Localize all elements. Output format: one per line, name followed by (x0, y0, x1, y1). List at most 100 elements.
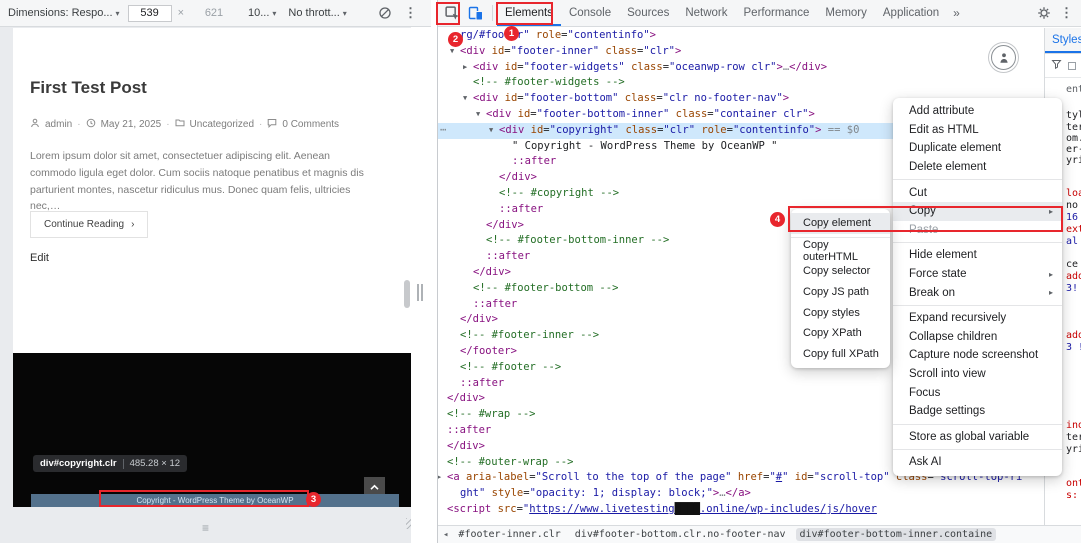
menu-item-break-on[interactable]: Break on ▸ (893, 283, 1062, 302)
style-fragment: ter (1066, 122, 1081, 133)
more-vertical-icon[interactable]: ⋮ (1060, 5, 1073, 21)
page-preview: First Test Post admin · May 21, 2025 · U… (13, 28, 427, 507)
edit-link[interactable]: Edit (30, 252, 49, 264)
viewport-height-input[interactable] (192, 4, 236, 22)
style-fragment: no (1066, 200, 1079, 211)
viewport-resize-handle[interactable]: ≡ (202, 521, 209, 535)
rotate-icon[interactable] (378, 6, 392, 20)
collapse-arrow-icon[interactable]: ▼ (476, 107, 480, 123)
menu-item-capture-node-screenshot[interactable]: Capture node screenshot (893, 346, 1062, 365)
menu-item-cut[interactable]: Cut (893, 183, 1062, 202)
menu-item-copy-styles[interactable]: Copy styles (791, 302, 890, 323)
element-state-icon[interactable] (1068, 61, 1076, 70)
menu-item-copy[interactable]: Copy ▸ (893, 201, 1062, 221)
menu-item-add-attribute[interactable]: Add attribute (893, 102, 1062, 121)
meta-separator: · (166, 119, 170, 130)
post-author[interactable]: admin (45, 119, 72, 130)
expand-arrow-icon[interactable]: ▶ (463, 60, 467, 76)
tree-node[interactable]: ▼ <div id="footer-inner" class="clr"> (438, 44, 1044, 60)
code-token: </div> (447, 392, 485, 405)
device-toolbar-icon[interactable] (464, 1, 488, 25)
tab-network[interactable]: Network (677, 0, 735, 26)
collapse-arrow-icon[interactable]: ▼ (489, 123, 493, 139)
clock-icon (86, 118, 96, 131)
code-token: > (674, 44, 682, 57)
tab-memory[interactable]: Memory (817, 0, 875, 26)
more-actions-icon[interactable]: ⋯ (440, 123, 446, 139)
tab-performance[interactable]: Performance (736, 0, 818, 26)
menu-item-edit-as-html[interactable]: Edit as HTML (893, 121, 1062, 140)
more-vertical-icon[interactable]: ⋮ (404, 5, 417, 21)
submenu-arrow-icon: ▸ (1048, 288, 1053, 298)
breadcrumb: ◂ #footer-inner.clr div#footer-bottom.clr… (438, 525, 1081, 543)
tab-elements[interactable]: Elements (497, 0, 561, 26)
code-token: "opacity: 1; display: block;" (529, 487, 713, 500)
menu-item-copy-outerhtml[interactable]: Copy outerHTML (791, 238, 890, 263)
collapse-arrow-icon[interactable]: ▼ (463, 91, 467, 107)
gear-icon[interactable] (1032, 1, 1056, 25)
menu-item-label: Copy XPath (803, 327, 862, 340)
page-scrollbar[interactable] (404, 280, 410, 308)
tree-node[interactable]: ▶ <div id="footer-widgets" class="oceanwp… (438, 60, 1044, 76)
tab-application[interactable]: Application (875, 0, 947, 26)
filter-funnel-icon[interactable] (1051, 59, 1062, 73)
continue-reading-button[interactable]: Continue Reading › (30, 211, 149, 238)
page-footer-area: Copyright - WordPress Theme by OceanWP (13, 353, 427, 507)
more-tabs-button[interactable]: » (947, 6, 966, 20)
style-fragment: ter (1066, 432, 1081, 443)
menu-item-copy-full-xpath[interactable]: Copy full XPath (791, 344, 890, 365)
code-token: </div> (447, 439, 485, 452)
devtools-divider[interactable] (411, 27, 437, 543)
code-token: "footer-bottom" (523, 92, 619, 105)
breadcrumb-item[interactable]: div#footer-bottom-inner.containe (795, 528, 997, 541)
divider-grip-icon[interactable] (417, 284, 423, 301)
post-date: May 21, 2025 (100, 119, 162, 130)
dimensions-dropdown[interactable]: Dimensions: Respo... ▾ (8, 7, 120, 19)
menu-item-copy-selector[interactable]: Copy selector (791, 261, 890, 282)
zoom-dropdown[interactable]: 10... ▾ (248, 7, 276, 19)
menu-item-label: Copy outerHTML (803, 238, 859, 263)
breadcrumb-item[interactable]: #footer-inner.clr (454, 528, 564, 541)
menu-item-copy-js-path[interactable]: Copy JS path (791, 282, 890, 303)
tab-sources[interactable]: Sources (619, 0, 677, 26)
post-comments[interactable]: 0 Comments (282, 119, 339, 130)
chrome-devtools-window: Dimensions: Respo... ▾ × 10... ▾ No thro… (0, 0, 1081, 543)
menu-item-force-state[interactable]: Force state ▸ (893, 265, 1062, 284)
menu-item-hide-element[interactable]: Hide element (893, 246, 1062, 265)
menu-item-collapse-children[interactable]: Collapse children (893, 328, 1062, 347)
throttling-dropdown[interactable]: No thrott... ▾ (288, 7, 346, 19)
menu-item-expand-recursively[interactable]: Expand recursively (893, 309, 1062, 328)
menu-item-scroll-into-view[interactable]: Scroll into view (893, 365, 1062, 384)
tab-console[interactable]: Console (561, 0, 619, 26)
menu-item-copy-xpath[interactable]: Copy XPath (791, 323, 890, 344)
menu-item-duplicate-element[interactable]: Duplicate element (893, 139, 1062, 158)
viewport-width-input[interactable] (127, 4, 172, 22)
menu-item-store-as-global-variable[interactable]: Store as global variable (893, 428, 1062, 447)
menu-item-ask-ai[interactable]: Ask AI (893, 453, 1062, 472)
tree-node[interactable]: ght" style="opacity: 1; display: block;"… (438, 486, 1044, 502)
breadcrumb-item[interactable]: div#footer-bottom.clr.no-footer-nav (571, 528, 790, 541)
tree-node[interactable]: <script src="https://www.livetesting████… (438, 502, 1044, 518)
menu-item-focus[interactable]: Focus (893, 383, 1062, 402)
tab-styles[interactable]: Styles (1045, 28, 1081, 53)
meta-separator: · (259, 119, 263, 130)
code-token: role (529, 29, 562, 41)
post-category[interactable]: Uncategorized (190, 119, 254, 130)
code-token: role (695, 123, 727, 136)
code-token: ght" (460, 487, 486, 500)
tree-node[interactable]: <!-- #footer-widgets --> (438, 75, 1044, 91)
code-token: "container clr" (713, 107, 809, 120)
context-menu: Add attribute Edit as HTML Duplicate eleme… (893, 98, 1062, 476)
menu-item-badge-settings[interactable]: Badge settings (893, 402, 1062, 421)
expand-arrow-icon[interactable]: ▶ (438, 470, 441, 486)
menu-item-delete-element[interactable]: Delete element (893, 158, 1062, 177)
inspect-icon[interactable] (440, 1, 464, 25)
accessibility-icon[interactable] (991, 45, 1016, 70)
inspected-copyright-element[interactable]: Copyright - WordPress Theme by OceanWP (31, 494, 399, 507)
menu-item-copy-element[interactable]: Copy element (791, 213, 890, 234)
code-token: "clr no-footer-nav" (662, 92, 783, 105)
code-token: > (649, 29, 656, 41)
code-token: id (524, 123, 544, 136)
tree-node[interactable]: rg/#footer" role="contentinfo"> (438, 28, 1044, 44)
back-arrow-icon[interactable]: ◂ (443, 530, 448, 540)
